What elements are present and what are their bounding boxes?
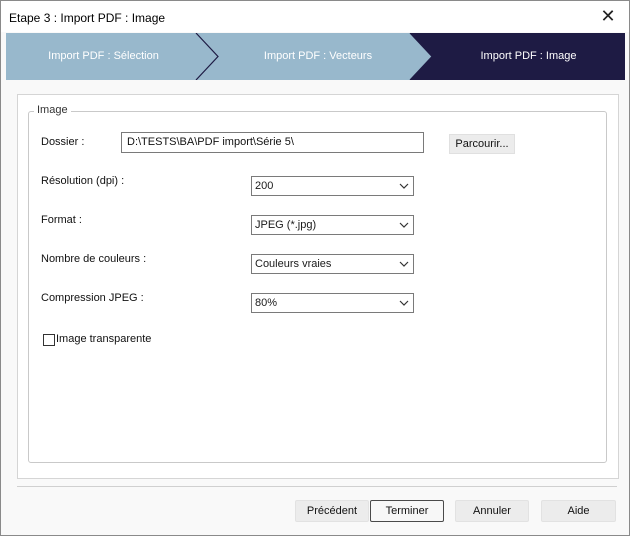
group-title: Image <box>34 104 71 116</box>
format-select[interactable]: JPEG (*.jpg) <box>251 215 414 235</box>
format-label: Format : <box>41 214 82 226</box>
chevron-down-icon <box>399 222 409 228</box>
wizard-steps: Import PDF : Sélection Import PDF : Vect… <box>6 33 625 80</box>
chevron-down-icon <box>399 261 409 267</box>
compression-value: 80% <box>255 297 278 309</box>
cancel-button[interactable]: Annuler <box>455 500 529 522</box>
folder-input[interactable]: D:\TESTS\BA\PDF import\Série 5\ <box>121 132 424 153</box>
colors-label: Nombre de couleurs : <box>41 253 147 265</box>
resolution-label: Résolution (dpi) : <box>41 175 125 187</box>
colors-value: Couleurs vraies <box>255 258 332 270</box>
finish-button[interactable]: Terminer <box>370 500 444 522</box>
transparent-label[interactable]: Image transparente <box>56 333 151 345</box>
wizard-step-vecteurs: Import PDF : Vecteurs <box>263 50 373 62</box>
wizard-step-selection: Import PDF : Sélection <box>48 50 159 62</box>
resolution-value: 200 <box>255 180 274 192</box>
transparent-checkbox[interactable] <box>43 334 55 346</box>
help-button[interactable]: Aide <box>541 500 616 522</box>
chevron-down-icon <box>399 300 409 306</box>
title-bar: Etape 3 : Import PDF : Image ✕ <box>1 1 629 32</box>
footer-separator <box>17 486 617 487</box>
image-group: Image Dossier : D:\TESTS\BA\PDF import\S… <box>28 104 607 463</box>
window-title: Etape 3 : Import PDF : Image <box>9 11 166 25</box>
format-value: JPEG (*.jpg) <box>255 219 317 231</box>
folder-label: Dossier : <box>41 136 85 148</box>
colors-select[interactable]: Couleurs vraies <box>251 254 414 274</box>
chevron-down-icon <box>399 183 409 189</box>
compression-select[interactable]: 80% <box>251 293 414 313</box>
close-icon[interactable]: ✕ <box>595 5 621 27</box>
compression-label: Compression JPEG : <box>41 292 144 304</box>
import-pdf-dialog: Etape 3 : Import PDF : Image ✕ Import PD… <box>0 0 630 536</box>
wizard-step-image: Import PDF : Image <box>480 50 577 62</box>
previous-button[interactable]: Précédent <box>295 500 369 522</box>
content-panel: Image Dossier : D:\TESTS\BA\PDF import\S… <box>17 94 619 479</box>
browse-button[interactable]: Parcourir... <box>449 134 515 154</box>
resolution-select[interactable]: 200 <box>251 176 414 196</box>
